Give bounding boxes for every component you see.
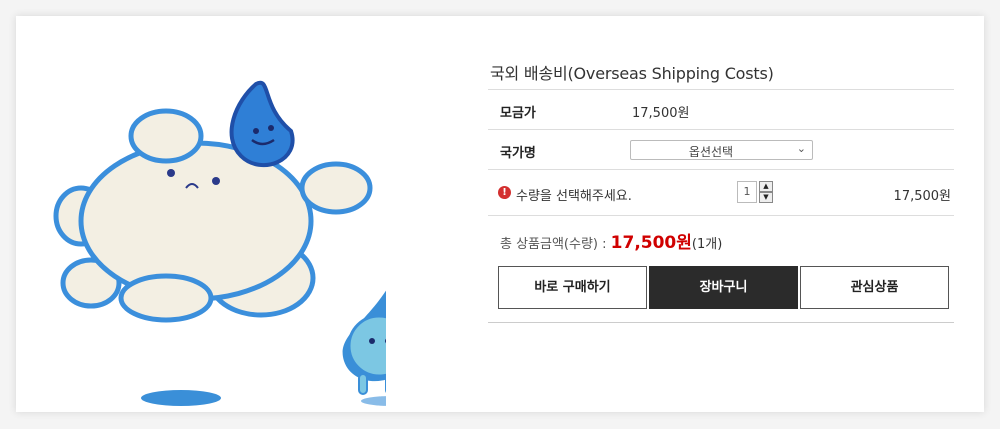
wishlist-button[interactable]: 관심상품 bbox=[800, 266, 949, 309]
price-row: 모금가 17,500원 bbox=[488, 89, 954, 129]
quantity-down-button[interactable]: ▼ bbox=[759, 192, 773, 203]
country-row: 국가명 옵션선택 ⌄ bbox=[488, 129, 954, 169]
product-card: 국외 배송비(Overseas Shipping Costs) 모금가 17,5… bbox=[16, 16, 984, 412]
price-label: 모금가 bbox=[500, 106, 536, 121]
divider bbox=[488, 322, 954, 323]
chevron-down-icon: ⌄ bbox=[796, 142, 806, 155]
country-label: 국가명 bbox=[500, 146, 536, 161]
total-label: 총 상품금액(수량) : bbox=[500, 237, 607, 252]
mascot-illustration bbox=[53, 80, 386, 406]
quantity-up-button[interactable]: ▲ bbox=[759, 181, 773, 192]
buy-now-button[interactable]: 바로 구매하기 bbox=[498, 266, 647, 309]
quantity-message: 수량을 선택해주세요. bbox=[516, 189, 632, 204]
total-amount: 17,500원 bbox=[610, 233, 692, 253]
total-line: 총 상품금액(수량) : 17,500원(1개) bbox=[500, 228, 722, 253]
product-title: 국외 배송비(Overseas Shipping Costs) bbox=[490, 64, 774, 83]
quantity-row: ! 수량을 선택해주세요. 1 ▲ ▼ 17,500원 bbox=[488, 169, 954, 215]
country-select-value: 옵션선택 bbox=[688, 145, 734, 159]
add-to-cart-button[interactable]: 장바구니 bbox=[649, 266, 798, 309]
country-select[interactable]: 옵션선택 ⌄ bbox=[630, 140, 813, 160]
total-row: 총 상품금액(수량) : 17,500원(1개) bbox=[488, 215, 954, 255]
quantity-row-price: 17,500원 bbox=[893, 189, 951, 204]
total-count: (1개) bbox=[691, 237, 723, 252]
quantity-input[interactable]: 1 bbox=[737, 181, 757, 203]
price-value: 17,500원 bbox=[632, 106, 690, 121]
alert-icon: ! bbox=[498, 186, 511, 199]
